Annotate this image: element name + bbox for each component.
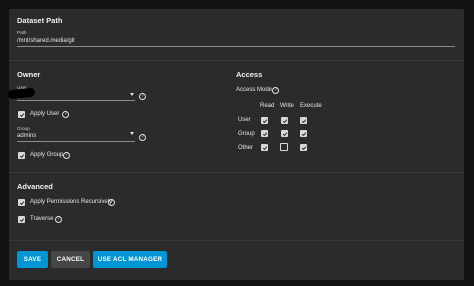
row-label-group: Group — [238, 131, 255, 137]
row-label-other: Other — [238, 145, 254, 151]
check-icon — [301, 118, 306, 123]
use-acl-manager-button[interactable]: USE ACL MANAGER — [93, 251, 167, 268]
apply-group-help-icon[interactable]: ? — [63, 152, 70, 159]
apply-recursively-checkbox[interactable] — [18, 199, 25, 206]
group-dropdown-caret-icon[interactable] — [130, 132, 134, 135]
check-icon — [19, 200, 24, 205]
apply-user-help-icon[interactable]: ? — [62, 111, 69, 118]
check-icon — [282, 118, 287, 123]
other-read-checkbox[interactable] — [261, 144, 268, 151]
check-icon — [262, 131, 267, 136]
other-execute-checkbox[interactable] — [300, 144, 307, 151]
group-select-value[interactable]: admins — [17, 133, 36, 139]
section-divider — [9, 60, 464, 61]
access-title: Access — [236, 70, 263, 79]
column-read: Read — [260, 103, 275, 109]
user-dropdown-caret-icon[interactable] — [130, 93, 134, 96]
path-underline — [17, 46, 455, 47]
user-read-checkbox[interactable] — [261, 117, 268, 124]
section-divider — [9, 172, 464, 173]
access-mode-help-icon[interactable]: ? — [272, 87, 279, 94]
path-input[interactable]: /mnt/shared.media/git — [17, 38, 75, 44]
path-field-label: Path — [17, 30, 27, 35]
save-button[interactable]: SAVE — [17, 251, 48, 268]
row-label-user: User — [238, 117, 251, 123]
traverse-checkbox[interactable] — [18, 216, 25, 223]
group-select-underline — [17, 141, 135, 142]
section-divider — [9, 240, 464, 241]
dataset-path-title: Dataset Path — [17, 16, 63, 25]
apply-recursively-help-icon[interactable]: ? — [108, 199, 115, 206]
check-icon — [282, 131, 287, 136]
check-icon — [19, 112, 24, 117]
apply-group-label: Apply Group — [30, 152, 64, 158]
apply-group-checkbox[interactable] — [18, 152, 25, 159]
user-select-underline — [17, 100, 135, 101]
cancel-button[interactable]: CANCEL — [51, 251, 90, 268]
group-field-label: Group — [17, 126, 30, 131]
group-help-icon[interactable]: ? — [139, 134, 146, 141]
access-mode-label: Access Mode — [236, 87, 273, 93]
check-icon — [19, 217, 24, 222]
column-execute: Execute — [300, 103, 322, 109]
check-icon — [19, 153, 24, 158]
advanced-title: Advanced — [17, 182, 53, 191]
group-read-checkbox[interactable] — [261, 130, 268, 137]
check-icon — [301, 131, 306, 136]
user-write-checkbox[interactable] — [281, 117, 288, 124]
other-write-checkbox[interactable] — [280, 143, 288, 151]
user-execute-checkbox[interactable] — [300, 117, 307, 124]
apply-user-checkbox[interactable] — [18, 111, 25, 118]
user-help-icon[interactable]: ? — [139, 93, 146, 100]
check-icon — [301, 145, 306, 150]
traverse-help-icon[interactable]: ? — [55, 216, 62, 223]
apply-recursively-label: Apply Permissions Recursively — [30, 199, 113, 205]
apply-user-label: Apply User — [30, 111, 60, 117]
check-icon — [262, 145, 267, 150]
group-execute-checkbox[interactable] — [300, 130, 307, 137]
traverse-label: Traverse — [30, 216, 54, 222]
group-write-checkbox[interactable] — [281, 130, 288, 137]
check-icon — [262, 118, 267, 123]
column-write: Write — [280, 103, 294, 109]
owner-title: Owner — [17, 70, 41, 79]
